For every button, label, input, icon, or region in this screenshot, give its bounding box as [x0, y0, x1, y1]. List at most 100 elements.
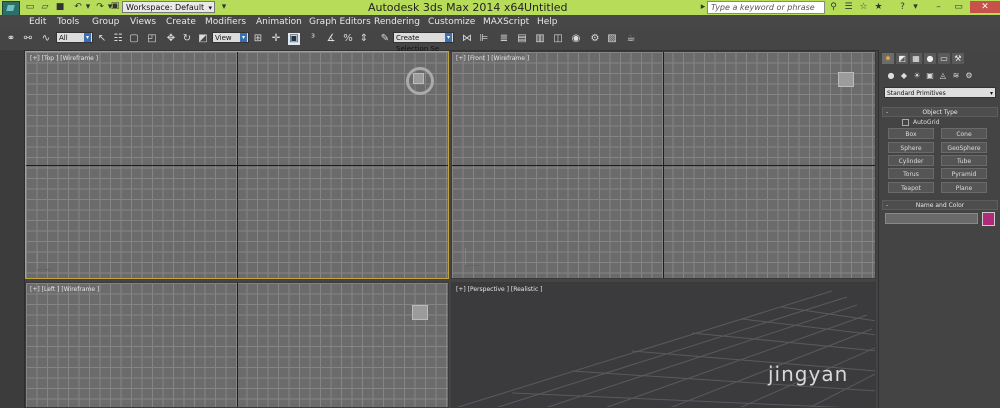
rotate-icon[interactable]: ↻	[181, 33, 193, 45]
pyramid-button[interactable]: Pyramid	[941, 168, 987, 179]
align-icon[interactable]: ⊫	[478, 33, 490, 45]
new-file-icon[interactable]: ▭	[25, 2, 35, 12]
systems-icon[interactable]: ⚙	[964, 71, 974, 81]
menu-help[interactable]: Help	[537, 15, 558, 29]
angle-snap-icon[interactable]: ∡	[325, 33, 337, 45]
viewport-label[interactable]: [+] [Left ] [Wireframe ]	[30, 286, 99, 293]
viewport-label[interactable]: [+] [Front ] [Wireframe ]	[456, 55, 529, 62]
viewport-label[interactable]: [+] [Top ] [Wireframe ]	[30, 55, 98, 62]
render-setup-icon[interactable]: ⚙	[589, 33, 601, 45]
cameras-icon[interactable]: ▣	[925, 71, 935, 81]
viewport-left[interactable]: [+] [Left ] [Wireframe ]	[25, 282, 449, 408]
spinner-snap-icon[interactable]: ⇕	[358, 33, 370, 45]
reference-coordinate-dropdown[interactable]: View ▾	[212, 32, 249, 43]
percent-snap-icon[interactable]: %	[342, 33, 354, 45]
subscription-icon[interactable]: ☰	[843, 2, 854, 13]
scale-icon[interactable]: ◩	[197, 33, 209, 45]
cylinder-button[interactable]: Cylinder	[888, 155, 934, 166]
mirror-icon[interactable]: ⋈	[461, 33, 473, 45]
move-icon[interactable]: ✥	[165, 33, 177, 45]
menu-edit[interactable]: Edit	[29, 15, 46, 29]
menu-graph-editors[interactable]: Graph Editors	[309, 15, 371, 29]
geosphere-button[interactable]: GeoSphere	[941, 142, 987, 153]
object-color-swatch[interactable]	[982, 212, 995, 226]
primitive-category-dropdown[interactable]: Standard Primitives ▾	[884, 87, 996, 98]
undo-dropdown-icon[interactable]: ▾	[83, 2, 93, 12]
save-icon[interactable]: ■	[55, 2, 65, 12]
viewport-top[interactable]: [+] [Top ] [Wireframe ]	[25, 51, 449, 279]
menu-group[interactable]: Group	[92, 15, 119, 29]
create-tab-icon[interactable]: ✷	[882, 53, 894, 64]
utilities-tab-icon[interactable]: ⚒	[952, 53, 964, 64]
unlink-icon[interactable]: ⚯	[22, 33, 34, 45]
undo-icon[interactable]: ↶	[73, 2, 83, 12]
name-and-color-rollout[interactable]: - Name and Color	[882, 200, 998, 210]
maximize-button[interactable]: ▭	[950, 1, 967, 13]
window-crossing-icon[interactable]: ◰	[146, 33, 158, 45]
display-tab-icon[interactable]: ▭	[938, 53, 950, 64]
tube-button[interactable]: Tube	[941, 155, 987, 166]
minimize-button[interactable]: –	[930, 1, 947, 13]
hierarchy-tab-icon[interactable]: ▦	[910, 53, 922, 64]
geometry-icon[interactable]: ●	[886, 71, 896, 81]
menu-tools[interactable]: Tools	[57, 15, 79, 29]
app-menu-button[interactable]	[2, 1, 20, 16]
search-input[interactable]: Type a keyword or phrase	[707, 1, 825, 14]
object-name-input[interactable]	[885, 213, 978, 224]
selection-filter-dropdown[interactable]: All ▾	[56, 32, 93, 43]
menu-modifiers[interactable]: Modifiers	[205, 15, 246, 29]
hold-icon[interactable]: ▣	[110, 1, 120, 11]
select-object-icon[interactable]: ↖	[96, 33, 108, 45]
render-production-icon[interactable]: ☕	[625, 33, 637, 45]
quick-access-dropdown-icon[interactable]: ▾	[219, 2, 229, 12]
menu-maxscript[interactable]: MAXScript	[483, 15, 529, 29]
snaps-toggle-icon[interactable]: ³	[307, 33, 319, 45]
torus-button[interactable]: Torus	[888, 168, 934, 179]
sphere-button[interactable]: Sphere	[888, 142, 934, 153]
redo-icon[interactable]: ↷	[95, 2, 105, 12]
help-dropdown-icon[interactable]: ▾	[910, 2, 921, 13]
curve-editor-icon[interactable]: ▥	[534, 33, 546, 45]
edit-named-selection-icon[interactable]: ✎	[379, 33, 391, 45]
viewport-perspective[interactable]: [+] [Perspective ] [Realistic ]	[451, 282, 876, 408]
schematic-view-icon[interactable]: ◫	[552, 33, 564, 45]
modify-tab-icon[interactable]: ◩	[896, 53, 908, 64]
link-icon[interactable]: ⚭	[5, 33, 17, 45]
bind-space-warp-icon[interactable]: ∿	[40, 33, 52, 45]
favorites-icon[interactable]: ★	[873, 2, 884, 13]
helpers-icon[interactable]: ◬	[938, 71, 948, 81]
rectangular-selection-icon[interactable]: ▢	[128, 33, 140, 45]
open-file-icon[interactable]: ▱	[40, 2, 50, 12]
cone-button[interactable]: Cone	[941, 128, 987, 139]
object-type-rollout[interactable]: - Object Type	[882, 107, 998, 117]
graphite-ribbon-icon[interactable]: ▤	[516, 33, 528, 45]
keyboard-shortcut-override-icon[interactable]: ▣	[288, 33, 300, 45]
shapes-icon[interactable]: ◆	[899, 71, 909, 81]
menu-animation[interactable]: Animation	[256, 15, 302, 29]
viewport-label[interactable]: [+] [Perspective ] [Realistic ]	[456, 286, 543, 293]
communication-center-icon[interactable]: ☆	[858, 2, 869, 13]
menu-views[interactable]: Views	[130, 15, 156, 29]
close-button[interactable]: ✕	[970, 1, 1000, 13]
named-selection-dropdown[interactable]: Create Selection Se ▾	[393, 32, 454, 53]
menu-customize[interactable]: Customize	[428, 15, 475, 29]
menu-create[interactable]: Create	[166, 15, 196, 29]
lights-icon[interactable]: ☀	[912, 71, 922, 81]
help-icon[interactable]: ?	[897, 2, 908, 13]
binoculars-icon[interactable]: ⚲	[828, 2, 839, 13]
viewport-front[interactable]: [+] [Front ] [Wireframe ]	[451, 51, 876, 279]
select-manipulate-icon[interactable]: ✛	[270, 33, 282, 45]
plane-button[interactable]: Plane	[941, 182, 987, 193]
pivot-center-icon[interactable]: ⊞	[252, 33, 264, 45]
select-by-name-icon[interactable]: ☷	[112, 33, 124, 45]
viewcube-icon[interactable]	[412, 305, 428, 320]
rendered-frame-window-icon[interactable]: ▨	[606, 33, 618, 45]
motion-tab-icon[interactable]: ●	[924, 53, 936, 64]
box-button[interactable]: Box	[888, 128, 934, 139]
workspace-dropdown[interactable]: Workspace: Default ▾	[122, 1, 215, 13]
autogrid-checkbox[interactable]: AutoGrid	[902, 119, 940, 126]
viewcube-icon[interactable]	[413, 73, 424, 84]
material-editor-icon[interactable]: ◉	[570, 33, 582, 45]
layer-manager-icon[interactable]: ≣	[498, 33, 510, 45]
viewcube-icon[interactable]	[838, 72, 854, 87]
